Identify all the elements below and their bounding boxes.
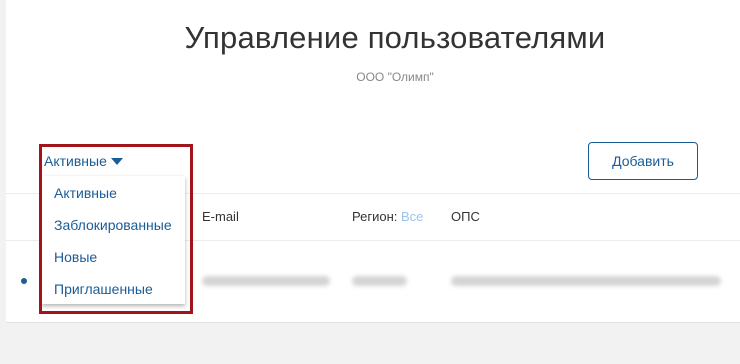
region-cell-redacted [352, 276, 407, 286]
status-filter-menu: Активные Заблокированные Новые Приглашен… [42, 176, 185, 304]
status-dot-icon [21, 278, 27, 284]
status-filter-dropdown[interactable]: Активные [44, 153, 123, 169]
column-header-ops[interactable]: ОПС [451, 209, 480, 224]
caret-down-icon [110, 158, 123, 165]
add-user-button[interactable]: Добавить [588, 142, 698, 180]
menu-item-new[interactable]: Новые [54, 249, 97, 265]
column-header-email[interactable]: E-mail [202, 209, 239, 224]
menu-item-active[interactable]: Активные [54, 185, 117, 201]
column-header-region[interactable]: Регион: Все [352, 209, 423, 224]
organization-name: ООО "Олимп" [356, 70, 434, 84]
menu-item-blocked[interactable]: Заблокированные [54, 217, 172, 233]
region-filter-value[interactable]: Все [401, 209, 423, 224]
menu-item-invited[interactable]: Приглашенные [54, 281, 153, 297]
status-filter-label: Активные [44, 153, 107, 169]
ops-cell-redacted [451, 276, 721, 286]
email-cell-redacted [202, 276, 330, 286]
page-title: Управление пользователями [184, 20, 606, 55]
region-filter-label: Регион: [352, 209, 398, 224]
